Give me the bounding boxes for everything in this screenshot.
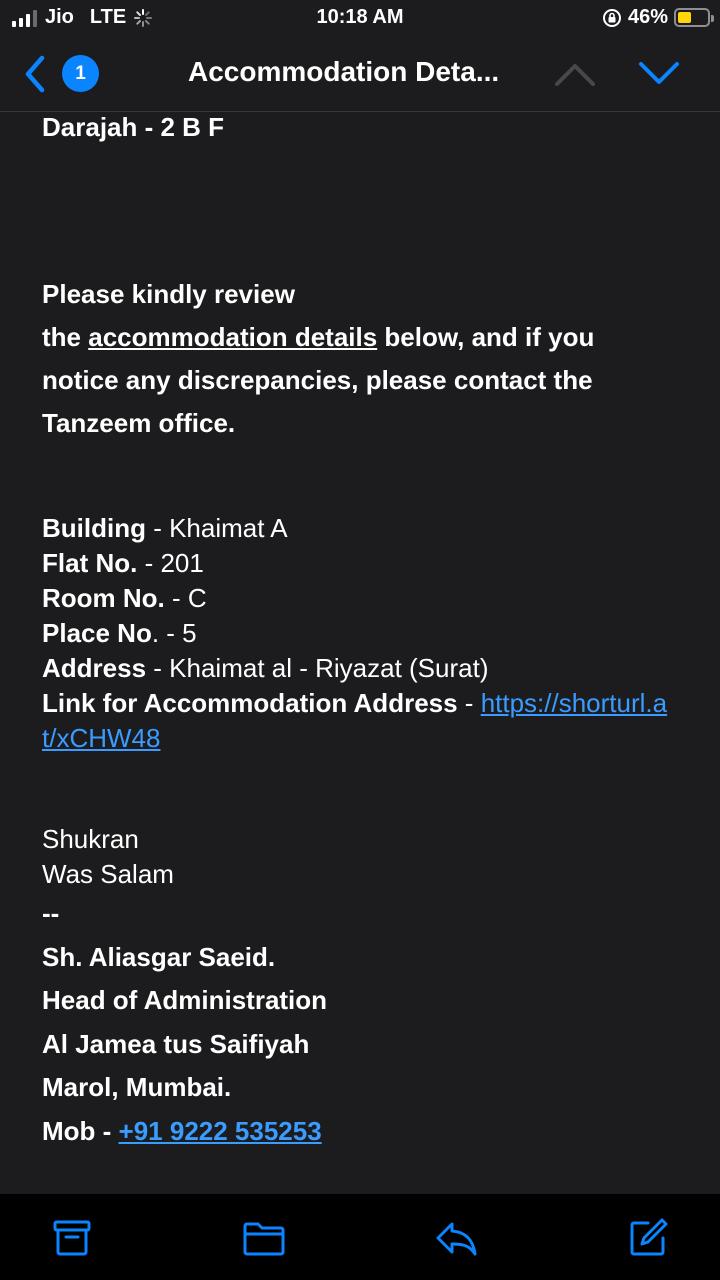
archive-icon[interactable] — [50, 1216, 94, 1260]
detail-address: Address - Khaimat al - Riyazat (Surat) — [42, 653, 489, 683]
intro-line-1: Please kindly review — [42, 279, 295, 309]
detail-link: Link for Accommodation Address - https:/… — [42, 688, 668, 753]
intro-the: the — [42, 322, 89, 352]
closing-line-1: Shukran — [42, 824, 139, 854]
chevron-left-icon[interactable] — [18, 54, 54, 94]
unread-count-badge[interactable]: 1 — [62, 55, 99, 92]
status-right: 46% — [602, 6, 714, 29]
phone-link[interactable]: +91 9222 535253 — [119, 1116, 322, 1146]
closing: Shukran Was Salam — [42, 822, 678, 892]
accommodation-details-link[interactable]: accommodation details — [88, 322, 377, 352]
compose-icon[interactable] — [626, 1216, 670, 1260]
signature-location: Marol, Mumbai. — [42, 1072, 232, 1102]
battery-icon — [674, 8, 714, 27]
mail-screen: Jio LTE 10:18 AM 46% 1 Accommodation Det… — [0, 0, 720, 1280]
chevron-down-icon[interactable] — [638, 58, 680, 90]
orientation-lock-icon — [602, 8, 621, 27]
battery-percent: 46% — [627, 6, 668, 28]
signature-org: Al Jamea tus Saifiyah — [42, 1028, 310, 1059]
signature-separator: -- — [42, 898, 60, 928]
detail-place: Place No. - 5 — [42, 618, 197, 648]
accommodation-details: Building - Khaimat A Flat No. - 201 Room… — [42, 511, 678, 756]
signature: -- Sh. Aliasgar Saeid. Head of Administr… — [42, 892, 678, 1153]
status-bar: Jio LTE 10:18 AM 46% — [0, 0, 720, 36]
detail-room: Room No. - C — [42, 583, 207, 613]
signature-name: Sh. Aliasgar Saeid. — [42, 941, 276, 972]
bottom-toolbar — [0, 1194, 720, 1280]
reply-icon[interactable] — [434, 1216, 478, 1260]
intro-paragraph: Please kindly review the accommodation d… — [42, 273, 678, 445]
message-subject-title: Accommodation Deta... — [188, 56, 500, 87]
detail-building: Building - Khaimat A — [42, 513, 288, 543]
battery-fill — [678, 12, 691, 23]
signature-mobile: Mob - +91 9222 535253 — [42, 1115, 322, 1146]
darajah-line: Darajah - 2 B F — [42, 112, 225, 142]
nav-bar: 1 Accommodation Deta... — [0, 36, 720, 112]
closing-line-2: Was Salam — [42, 859, 174, 889]
chevron-up-icon[interactable] — [554, 58, 596, 90]
folder-icon[interactable] — [242, 1216, 286, 1260]
detail-flat: Flat No. - 201 — [42, 548, 204, 578]
signature-role: Head of Administration — [42, 985, 328, 1015]
email-body[interactable]: Darajah - 2 B F Please kindly review the… — [0, 112, 720, 1194]
